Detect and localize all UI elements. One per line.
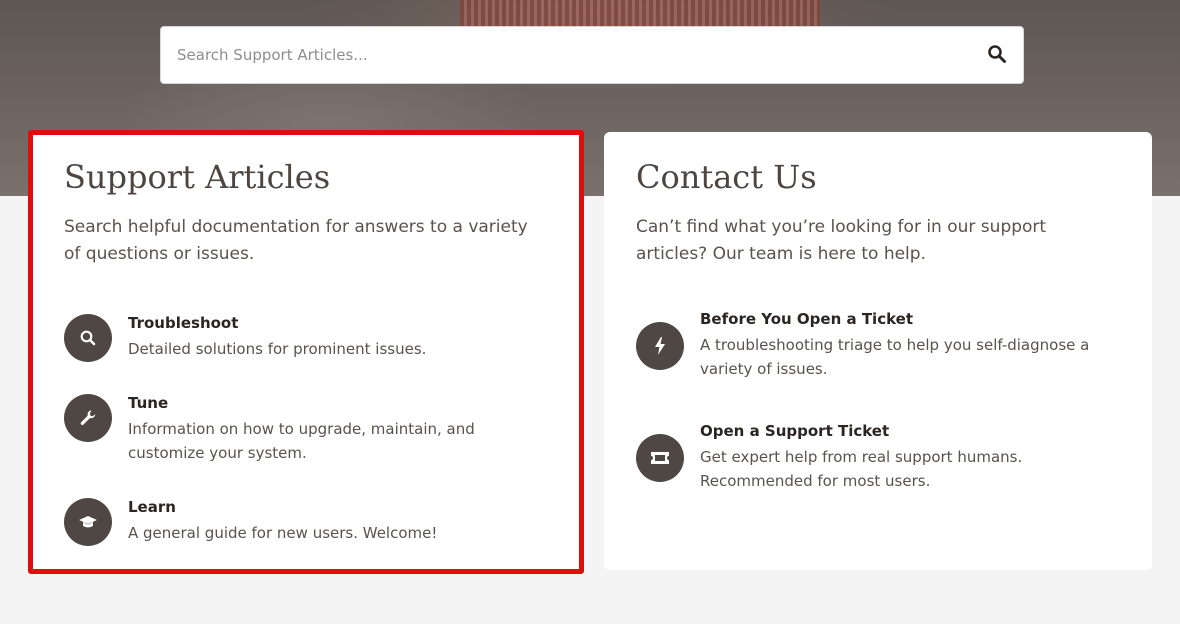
before-you-open-ticket-description: A troubleshooting triage to help you sel… [700, 336, 1090, 378]
wrench-icon [64, 394, 112, 442]
support-articles-card: Support Articles Search helpful document… [32, 132, 580, 570]
troubleshoot-link[interactable]: Troubleshoot Detailed solutions for prom… [64, 314, 554, 364]
learn-description: A general guide for new users. Welcome! [128, 524, 438, 542]
lightning-bolt-icon [636, 322, 684, 370]
tune-link[interactable]: Tune Information on how to upgrade, main… [64, 394, 554, 468]
contact-us-card: Contact Us Can’t find what you’re lookin… [604, 132, 1152, 570]
graduation-cap-icon [64, 498, 112, 546]
tune-description: Information on how to upgrade, maintain,… [128, 420, 475, 462]
contact-us-title: Contact Us [636, 158, 817, 196]
open-support-ticket-title: Open a Support Ticket [700, 422, 890, 440]
learn-link[interactable]: Learn A general guide for new users. Wel… [64, 498, 554, 548]
troubleshoot-description: Detailed solutions for prominent issues. [128, 340, 427, 358]
search-icon [64, 314, 112, 362]
support-articles-title: Support Articles [64, 158, 331, 196]
open-support-ticket-link[interactable]: Open a Support Ticket Get expert help fr… [636, 422, 1126, 496]
before-you-open-ticket-link[interactable]: Before You Open a Ticket A troubleshooti… [636, 310, 1126, 384]
learn-title: Learn [128, 498, 176, 516]
hero-background-image [460, 0, 820, 26]
support-articles-description: Search helpful documentation for answers… [64, 217, 528, 264]
search-input[interactable] [161, 27, 961, 83]
troubleshoot-title: Troubleshoot [128, 314, 239, 332]
tune-title: Tune [128, 394, 169, 412]
open-support-ticket-description: Get expert help from real support humans… [700, 448, 1023, 490]
search-icon[interactable] [987, 44, 1009, 66]
ticket-icon [636, 434, 684, 482]
contact-us-description: Can’t find what you’re looking for in ou… [636, 217, 1047, 264]
search-bar [160, 26, 1024, 84]
before-you-open-ticket-title: Before You Open a Ticket [700, 310, 914, 328]
